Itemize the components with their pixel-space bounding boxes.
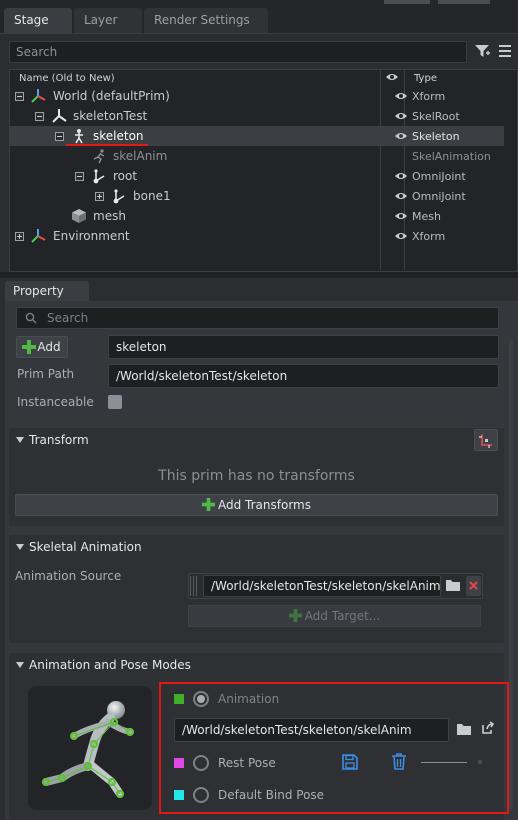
anim-pose-header[interactable]: Animation and Pose Modes <box>9 653 504 677</box>
tree-row-skeletontest[interactable]: skeletonTest SkelRoot <box>9 106 504 126</box>
filter-icon[interactable] <box>474 43 490 59</box>
prim-name-field[interactable]: skeleton <box>108 335 499 359</box>
property-search-placeholder: Search <box>47 311 89 325</box>
close-icon <box>469 581 478 590</box>
visibility-eye-icon[interactable] <box>394 91 408 101</box>
tree-row-label: World (defaultPrim) <box>53 89 170 103</box>
joint-icon <box>113 189 125 204</box>
tree-row-skelanim[interactable]: skelAnim SkelAnimation <box>9 146 504 166</box>
property-scrollbar[interactable] <box>509 340 513 810</box>
joint-icon <box>93 169 105 184</box>
add-transforms-button[interactable]: Add Transforms <box>15 494 498 516</box>
collapse-triangle-icon <box>16 544 24 550</box>
tree-row-environment[interactable]: Environment Xform <box>9 226 504 246</box>
folder-icon[interactable] <box>446 579 460 591</box>
tree-row-mesh[interactable]: mesh Mesh <box>9 206 504 226</box>
remove-target-button[interactable] <box>466 576 481 596</box>
transform-options-button[interactable] <box>474 429 498 451</box>
collapse-triangle-icon <box>16 662 24 668</box>
transform-title: Transform <box>29 433 89 447</box>
tree-row-type: Xform <box>412 230 446 243</box>
stage-search-input[interactable]: Search <box>9 41 467 63</box>
plus-icon <box>288 609 302 622</box>
window-title-stub <box>384 0 430 4</box>
skelanim-runner-icon <box>93 149 105 164</box>
transform-header[interactable]: Transform <box>9 428 504 452</box>
add-transforms-label: Add Transforms <box>218 498 311 512</box>
xform-icon <box>31 229 46 243</box>
tree-row-label: skeletonTest <box>73 109 148 123</box>
tree-row-skeleton[interactable]: skeleton Skeleton <box>9 126 504 146</box>
prim-path-label: Prim Path <box>17 367 75 381</box>
visibility-eye-icon[interactable] <box>394 111 408 121</box>
tree-row-world[interactable]: World (defaultPrim) Xform <box>9 86 504 106</box>
expand-toggle[interactable] <box>15 232 24 241</box>
tree-row-type: OmniJoint <box>412 190 466 203</box>
highlight-box-annotation <box>159 682 509 814</box>
instanceable-label: Instanceable <box>17 395 94 409</box>
plus-icon <box>202 498 215 511</box>
skeletal-animation-header[interactable]: Skeletal Animation <box>9 535 504 559</box>
no-transforms-message: This prim has no transforms <box>158 468 355 484</box>
visibility-eye-icon[interactable] <box>394 171 408 181</box>
visibility-eye-icon[interactable] <box>394 131 408 141</box>
xform-icon <box>31 89 46 103</box>
hamburger-menu-icon[interactable] <box>498 43 512 59</box>
search-icon <box>25 312 37 324</box>
skelroot-icon <box>52 109 67 123</box>
tree-row-label: skelAnim <box>113 149 168 163</box>
visibility-eye-icon[interactable] <box>394 191 408 201</box>
animation-source-label: Animation Source <box>15 569 122 583</box>
tree-row-label: bone1 <box>133 189 171 203</box>
tree-row-label: root <box>113 169 138 183</box>
tree-row-type: SkelAnimation <box>412 150 491 163</box>
prim-path-field[interactable]: /World/skeletonTest/skeleton <box>108 364 499 388</box>
skeleton-figure-icon <box>75 129 83 144</box>
visibility-eye-icon[interactable] <box>394 211 408 221</box>
expand-toggle[interactable] <box>95 192 104 201</box>
running-figure-image <box>41 701 135 799</box>
tree-row-label: skeleton <box>93 129 144 143</box>
tree-row-type: Mesh <box>412 210 441 223</box>
animation-preview-thumbnail <box>28 686 152 810</box>
mesh-cube-icon <box>72 209 86 223</box>
tree-row-type: OmniJoint <box>412 170 466 183</box>
tree-row-type: Skeleton <box>412 130 460 143</box>
collapse-toggle[interactable] <box>15 92 24 101</box>
tab-render-settings[interactable]: Render Settings <box>144 8 268 33</box>
visibility-eye-icon[interactable] <box>394 231 408 241</box>
tree-row-bone1[interactable]: bone1 OmniJoint <box>9 186 504 206</box>
skeletal-animation-title: Skeletal Animation <box>29 540 142 554</box>
property-search-input[interactable]: Search <box>16 307 499 329</box>
tree-row-root[interactable]: root OmniJoint <box>9 166 504 186</box>
collapse-toggle[interactable] <box>75 172 84 181</box>
tab-property[interactable]: Property <box>5 281 89 302</box>
collapse-toggle[interactable] <box>55 132 64 141</box>
column-type-header[interactable]: Type <box>414 73 437 84</box>
collapse-toggle[interactable] <box>35 112 44 121</box>
tree-row-type: Xform <box>412 90 446 103</box>
transform-gizmo-icon <box>479 434 492 448</box>
drag-handle[interactable] <box>190 576 198 596</box>
tree-row-label: mesh <box>93 209 126 223</box>
add-target-label: Add Target... <box>304 609 381 623</box>
tree-row-label: Environment <box>53 229 130 243</box>
tree-row-type: SkelRoot <box>412 110 460 123</box>
anim-pose-title: Animation and Pose Modes <box>29 658 191 672</box>
window-title-stub-2 <box>438 0 490 4</box>
instanceable-checkbox[interactable] <box>108 395 122 409</box>
tab-layer[interactable]: Layer <box>74 8 142 33</box>
animation-source-field[interactable]: /World/skeletonTest/skeleton/skelAnim <box>203 575 441 597</box>
tree-header: Name (Old to New) Type <box>9 70 518 87</box>
collapse-triangle-icon <box>16 437 24 443</box>
column-name-header[interactable]: Name (Old to New) <box>19 73 115 84</box>
add-target-button[interactable]: Add Target... <box>188 605 481 627</box>
plus-icon <box>22 340 36 354</box>
tab-stage[interactable]: Stage <box>4 8 72 33</box>
visibility-header-eye-icon <box>386 74 398 80</box>
add-button-label: Add <box>37 340 61 354</box>
